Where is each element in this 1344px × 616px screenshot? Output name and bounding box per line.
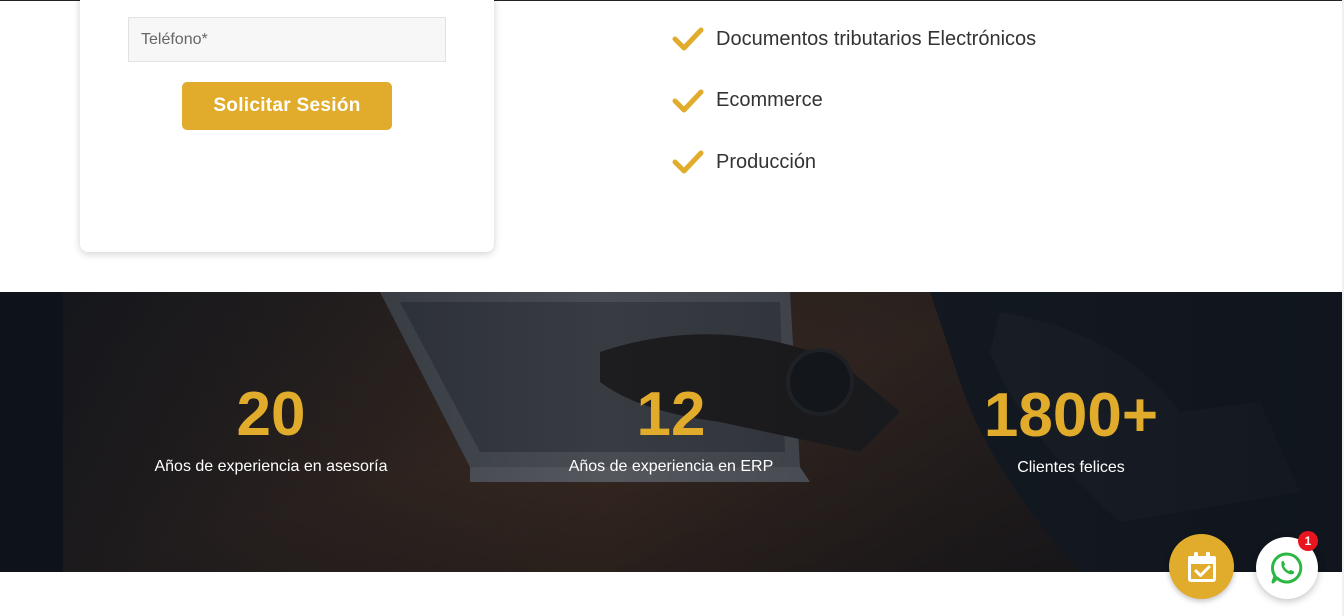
check-icon — [672, 27, 704, 51]
feature-list: Documentos tributarios Electrónicos Ecom… — [672, 22, 1036, 207]
stats-section: 20 Años de experiencia en asesoría 12 Añ… — [0, 292, 1344, 572]
session-request-form: Solicitar Sesión — [80, 0, 494, 252]
stat-years-erp: 12 Años de experiencia en ERP — [511, 384, 831, 476]
request-session-button[interactable]: Solicitar Sesión — [182, 82, 392, 130]
feature-item: Documentos tributarios Electrónicos — [672, 22, 1036, 56]
feature-item: Producción — [672, 145, 1036, 179]
calendar-check-icon — [1187, 551, 1216, 582]
calendar-button[interactable] — [1169, 534, 1234, 599]
notification-badge: 1 — [1298, 531, 1318, 551]
stat-label: Años de experiencia en ERP — [568, 458, 774, 475]
feature-label: Documentos tributarios Electrónicos — [716, 27, 1037, 50]
check-icon — [672, 89, 704, 112]
feature-item: Ecommerce — [672, 84, 1036, 118]
stat-value: 20 — [236, 380, 306, 449]
whatsapp-icon — [1271, 552, 1303, 584]
phone-field[interactable] — [128, 17, 446, 62]
stat-value: 12 — [636, 380, 706, 449]
check-icon — [672, 150, 704, 174]
feature-label: Producción — [716, 150, 817, 173]
feature-label: Ecommerce — [716, 89, 823, 111]
stat-happy-clients: 1800+ Clientes felices — [911, 385, 1231, 477]
stat-years-advisory: 20 Años de experiencia en asesoría — [111, 384, 431, 476]
stat-value: 1800+ — [983, 381, 1159, 450]
stat-label: Años de experiencia en asesoría — [154, 458, 388, 475]
stat-label: Clientes felices — [1017, 459, 1125, 476]
